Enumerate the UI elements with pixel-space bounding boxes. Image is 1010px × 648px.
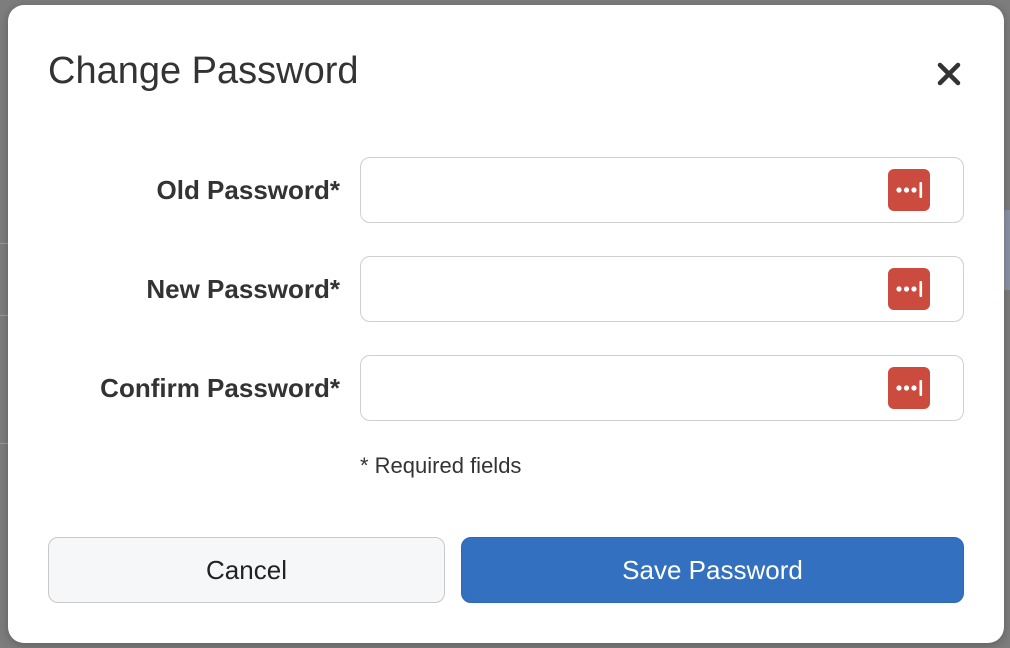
new-password-label: New Password*	[146, 274, 340, 304]
dialog-title: Change Password	[48, 50, 359, 92]
password-manager-icon[interactable]	[888, 367, 930, 409]
password-manager-glyph	[896, 182, 923, 198]
old-password-field-wrapper	[360, 157, 964, 223]
close-button[interactable]	[930, 55, 968, 93]
required-fields-note: * Required fields	[360, 453, 522, 478]
save-password-button[interactable]: Save Password	[461, 537, 964, 603]
password-manager-glyph	[896, 380, 923, 396]
new-password-field-wrapper	[360, 256, 964, 322]
password-manager-glyph	[896, 281, 923, 297]
cancel-button[interactable]: Cancel	[48, 537, 445, 603]
close-icon	[937, 62, 961, 86]
form-row-new-password: New Password*	[8, 256, 1004, 322]
confirm-password-input[interactable]	[360, 355, 964, 421]
password-manager-icon[interactable]	[888, 169, 930, 211]
confirm-password-label: Confirm Password*	[100, 373, 340, 403]
old-password-input[interactable]	[360, 157, 964, 223]
password-manager-icon[interactable]	[888, 268, 930, 310]
form-row-confirm-password: Confirm Password*	[8, 355, 1004, 421]
new-password-input[interactable]	[360, 256, 964, 322]
confirm-password-field-wrapper	[360, 355, 964, 421]
change-password-dialog: Change Password Old Password* New Passwo…	[8, 5, 1004, 643]
form-row-old-password: Old Password*	[8, 157, 1004, 223]
old-password-label: Old Password*	[156, 175, 341, 205]
